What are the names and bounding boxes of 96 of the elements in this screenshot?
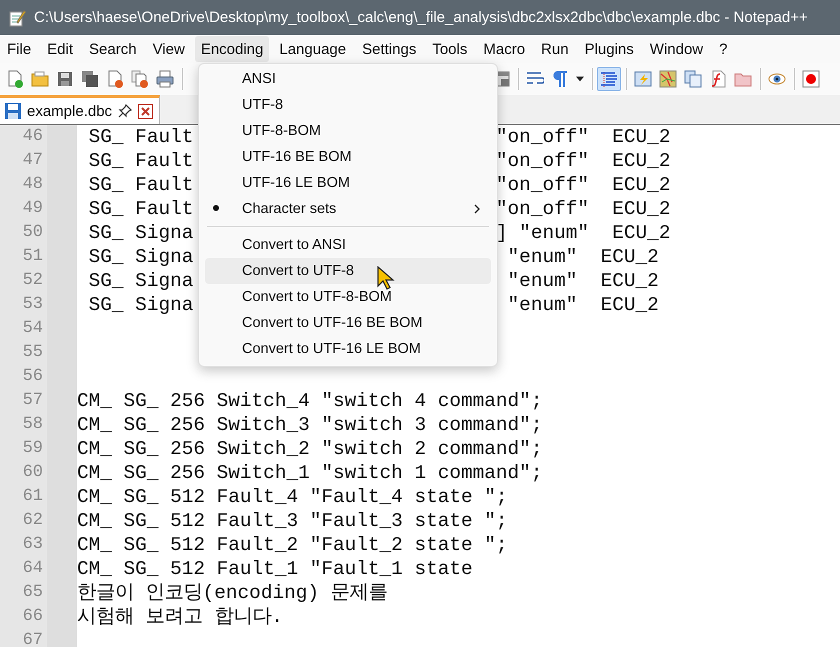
line-number: 64: [22, 558, 44, 580]
line-number: 51: [22, 246, 44, 268]
code-text: CM_ SG_ 256 Switch_3 "switch 3 command";: [77, 413, 542, 437]
menu-item[interactable]: Run: [535, 36, 575, 62]
menu-item[interactable]: Language: [273, 36, 352, 62]
line-number: 53: [22, 294, 44, 316]
close-icon[interactable]: [138, 104, 154, 118]
code-text: 한글이 인코딩(encoding) 문제를: [77, 581, 388, 605]
function-doc-icon: [709, 70, 727, 88]
new-file-icon: [6, 70, 24, 88]
notepad-icon: [8, 8, 26, 26]
caret-icon: [576, 76, 584, 82]
line-number: 58: [22, 414, 44, 436]
code-text: CM_ SG_ 256 Switch_4 "switch 4 command";: [77, 389, 542, 413]
menu-option[interactable]: UTF-8-BOM: [205, 118, 491, 144]
code-text: CM_ SG_ 512 Fault_3 "Fault_3 state ";: [77, 509, 508, 533]
line-number: 62: [22, 510, 44, 532]
menu-item[interactable]: File: [1, 36, 38, 62]
code-text: SG_ Signa: [88, 221, 194, 245]
bullet-icon: [213, 205, 219, 211]
printer-icon: [156, 70, 174, 88]
code-text: SG_ Signa: [88, 293, 194, 317]
menu-item[interactable]: Window: [644, 36, 710, 62]
documents-icon: [684, 70, 702, 88]
code-text: "on_off" ECU_2: [496, 125, 670, 149]
menu-option[interactable]: UTF-16 LE BOM: [205, 170, 491, 196]
line-number: 65: [22, 582, 44, 604]
line-number: 57: [22, 390, 44, 412]
code-text: CM_ SG_ 512 Fault_2 "Fault_2 state ";: [77, 533, 508, 557]
code-text: CM_ SG_ 256 Switch_1 "switch 1 command";: [77, 461, 542, 485]
code-text: "on_off" ECU_2: [496, 173, 670, 197]
line-number: 61: [22, 486, 44, 508]
menu-item[interactable]: Macro: [477, 36, 532, 62]
close-all-icon: [131, 70, 149, 88]
map-icon: [659, 70, 677, 88]
code-text: ] "enum" ECU_2: [496, 221, 670, 245]
chevron-right-icon: [473, 204, 481, 214]
indent-guide-icon: [600, 70, 618, 88]
code-text: "enum" ECU_2: [506, 245, 659, 269]
save-all-icon: [81, 70, 99, 88]
menu-option[interactable]: UTF-16 BE BOM: [205, 144, 491, 170]
code-text: SG_ Fault: [88, 197, 194, 221]
line-number: 46: [22, 126, 44, 148]
pilcrow-icon: [551, 70, 569, 88]
file-tab[interactable]: example.dbc: [0, 95, 160, 124]
code-text: CM_ SG_ 512 Fault_1 "Fault_1 state: [77, 557, 473, 581]
menu-option[interactable]: Character sets: [205, 196, 491, 222]
record-icon: [802, 70, 820, 88]
line-number: 63: [22, 534, 44, 556]
line-number: 50: [22, 222, 44, 244]
code-text: "enum" ECU_2: [506, 269, 659, 293]
menu-option[interactable]: Convert to UTF-8-BOM: [205, 284, 491, 310]
menu-option[interactable]: Convert to ANSI: [205, 232, 491, 258]
menu-item[interactable]: ?: [713, 36, 734, 62]
line-number: 47: [22, 150, 44, 172]
code-text: SG_ Fault: [88, 125, 194, 149]
code-text: SG_ Fault: [88, 173, 194, 197]
lightning-window-icon: [634, 70, 652, 88]
menu-item[interactable]: Edit: [41, 36, 80, 62]
save-icon: [4, 102, 22, 120]
line-number: 56: [22, 366, 44, 388]
menu-item[interactable]: Search: [83, 36, 143, 62]
code-text: 시험해 보려고 합니다.: [77, 605, 283, 629]
line-number: 59: [22, 438, 44, 460]
close-file-icon: [106, 70, 124, 88]
code-text: "on_off" ECU_2: [496, 197, 670, 221]
code-text: SG_ Signa: [88, 269, 194, 293]
pointer-icon: [377, 266, 395, 290]
code-text: "enum" ECU_2: [506, 293, 659, 317]
tab-label: example.dbc: [27, 102, 112, 120]
line-number: 55: [22, 342, 44, 364]
menu-item[interactable]: Tools: [426, 36, 474, 62]
code-text: "on_off" ECU_2: [496, 149, 670, 173]
save-icon: [56, 70, 74, 88]
line-number: 67: [22, 630, 44, 647]
line-number: 49: [22, 198, 44, 220]
menu-option[interactable]: UTF-8: [205, 92, 491, 118]
menu-option[interactable]: Convert to UTF-8: [205, 258, 491, 284]
line-number: 54: [22, 318, 44, 340]
pin-icon[interactable]: [117, 103, 134, 119]
menu-item[interactable]: Encoding: [194, 36, 270, 62]
code-text: SG_ Fault: [88, 149, 194, 173]
line-number: 66: [22, 606, 44, 628]
menu-option[interactable]: Convert to UTF-16 BE BOM: [205, 310, 491, 336]
line-number: 60: [22, 462, 44, 484]
window-title: C:\Users\haese\OneDrive\Desktop\my_toolbox\_calc\eng\_file_analysis\dbc2xlsx2dbc\dbc\example.dbc - Notepad++: [34, 9, 808, 26]
line-number: 52: [22, 270, 44, 292]
code-text: SG_ Signa: [88, 245, 194, 269]
menu-item[interactable]: Settings: [356, 36, 422, 62]
line-number: 48: [22, 174, 44, 196]
menu-option[interactable]: Convert to UTF-16 LE BOM: [205, 336, 491, 362]
folder-icon: [31, 70, 49, 88]
menu-item[interactable]: View: [146, 36, 191, 62]
menu-item[interactable]: Plugins: [578, 36, 640, 62]
code-text: CM_ SG_ 256 Switch_2 "switch 2 command";: [77, 437, 542, 461]
code-text: CM_ SG_ 512 Fault_4 "Fault_4 state ";: [77, 485, 508, 509]
